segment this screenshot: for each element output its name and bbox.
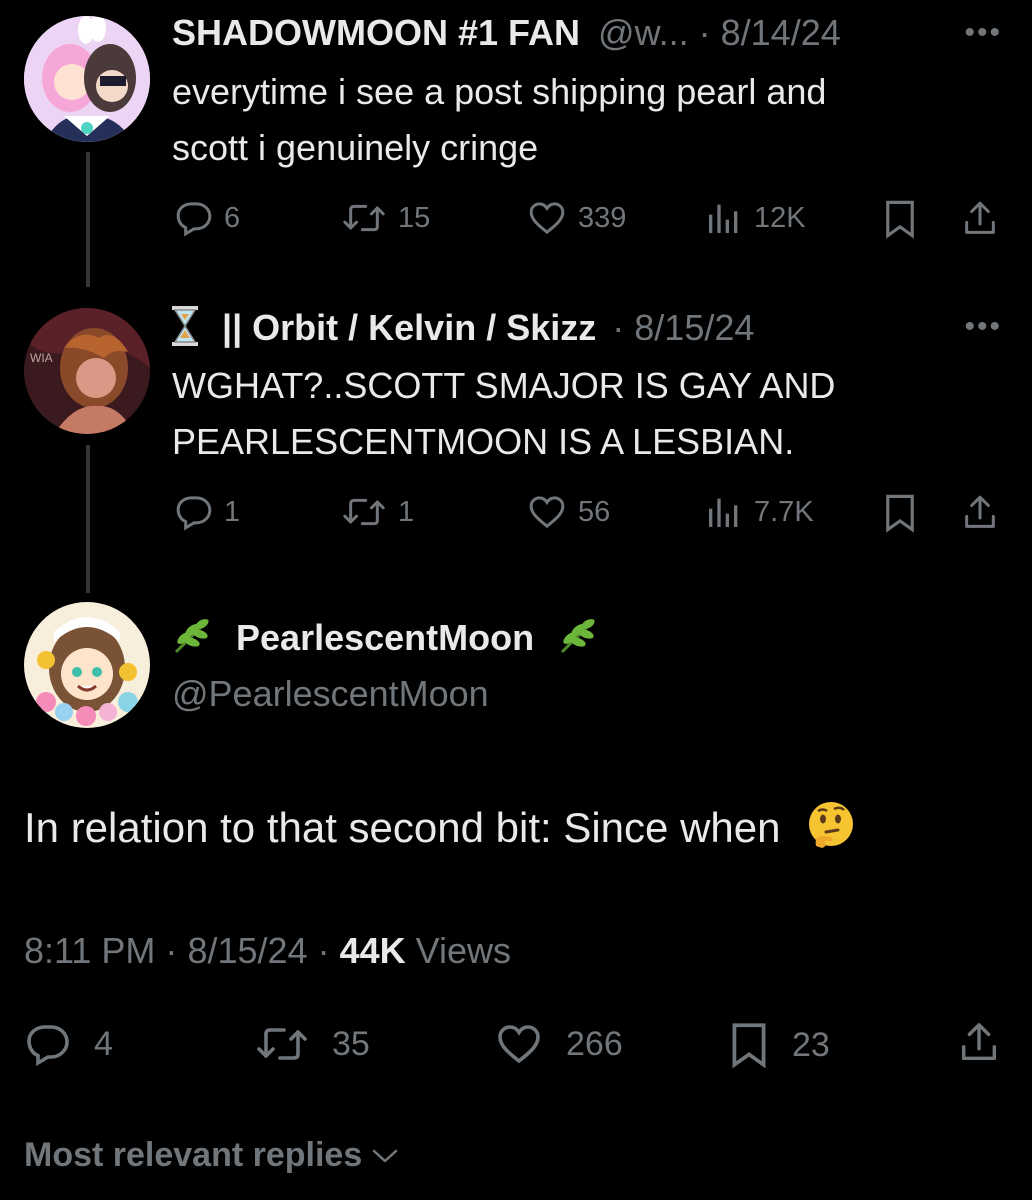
repost-icon: [343, 204, 385, 232]
post-time[interactable]: 8:11 PM: [24, 930, 155, 971]
share-button[interactable]: [956, 1018, 1002, 1068]
reply-icon: [176, 496, 212, 531]
like-count: 339: [578, 201, 627, 234]
views-label: Views: [415, 930, 512, 971]
avatar[interactable]: [24, 602, 150, 728]
avatar[interactable]: [24, 16, 150, 142]
tweet-text: everytime i see a post shipping pearl an…: [172, 64, 826, 176]
reply-count: 1: [224, 495, 241, 528]
views-icon: [709, 204, 738, 233]
thread-connector: [86, 152, 90, 287]
share-button[interactable]: [960, 492, 1000, 534]
bookmark-icon: [886, 200, 914, 239]
bookmark-count: 23: [792, 1025, 830, 1064]
sort-label: Most relevant replies: [24, 1136, 363, 1174]
post-date[interactable]: 8/15/24: [187, 930, 307, 971]
repost-count: 35: [332, 1024, 370, 1063]
repost-icon: [257, 1028, 307, 1060]
tweet-header: || Orbit / Kelvin / Skizz · 8/15/24: [172, 306, 754, 355]
repost-button[interactable]: 15: [340, 198, 430, 238]
chevron-down-icon: [373, 1149, 398, 1162]
views-count: 44K: [339, 930, 406, 971]
like-button[interactable]: 339: [526, 198, 626, 238]
handle[interactable]: @w...: [598, 12, 689, 53]
reply-count: 6: [224, 201, 241, 234]
reply-button[interactable]: 4: [24, 1020, 113, 1068]
repost-button[interactable]: 35: [254, 1020, 370, 1068]
more-icon[interactable]: •••: [964, 310, 1002, 344]
bookmark-button[interactable]: 23: [728, 1020, 830, 1070]
display-name[interactable]: || Orbit / Kelvin / Skizz: [222, 307, 596, 348]
tweet-text: In relation to that second bit: Since wh…: [24, 804, 781, 851]
separator-dot: ·: [612, 307, 625, 348]
svg-text:WIA: WIA: [30, 351, 53, 365]
repost-button[interactable]: 1: [340, 492, 414, 532]
separator-dot: ·: [317, 930, 330, 971]
tweet-text: WGHAT?..SCOTT SMAJOR IS GAY AND PEARLESC…: [172, 358, 835, 470]
author-block: PearlescentMoon @PearlescentMoon: [172, 616, 598, 715]
like-button[interactable]: 56: [526, 492, 610, 532]
views-button[interactable]: 7.7K: [704, 492, 814, 532]
views-button[interactable]: 12K: [704, 198, 806, 238]
tweet-header: SHADOWMOON #1 FAN @w... · 8/14/24: [172, 12, 841, 54]
like-count: 266: [566, 1024, 623, 1063]
hourglass-icon: [172, 306, 198, 355]
bookmark-icon: [732, 1023, 766, 1069]
thread-connector: [86, 445, 90, 593]
tweet-text-line: WGHAT?..SCOTT SMAJOR IS GAY AND: [172, 365, 836, 406]
separator-dot: ·: [165, 930, 178, 971]
tweet-text-line: PEARLESCENTMOON IS A LESBIAN.: [172, 421, 795, 462]
replies-sort-dropdown[interactable]: Most relevant replies: [24, 1136, 400, 1175]
heart-icon: [498, 1025, 540, 1064]
bookmark-icon: [886, 494, 914, 533]
bookmark-button[interactable]: [882, 198, 918, 240]
reply-icon: [27, 1025, 69, 1067]
herb-icon: [172, 616, 212, 663]
display-name[interactable]: PearlescentMoon: [236, 617, 534, 658]
share-icon: [961, 1023, 997, 1061]
heart-icon: [529, 496, 565, 529]
avatar[interactable]: WIA: [24, 308, 150, 434]
repost-count: 1: [398, 495, 415, 528]
like-button[interactable]: 266: [494, 1020, 623, 1068]
repost-icon: [343, 498, 385, 526]
reply-button[interactable]: 1: [174, 492, 240, 532]
post-date[interactable]: 8/15/24: [634, 307, 754, 348]
bookmark-button[interactable]: [882, 492, 918, 534]
more-icon[interactable]: •••: [964, 16, 1002, 50]
views-icon: [709, 498, 738, 527]
post-date[interactable]: 8/14/24: [721, 12, 841, 53]
timestamp-row: 8:11 PM · 8/15/24 · 44K Views: [24, 930, 511, 972]
reply-count: 4: [94, 1024, 113, 1063]
main-tweet-text: In relation to that second bit: Since wh…: [24, 800, 856, 860]
thinking-face-icon: [806, 800, 856, 860]
like-count: 56: [578, 495, 611, 528]
handle[interactable]: @PearlescentMoon: [172, 673, 598, 715]
tweet-text-line: everytime i see a post shipping pearl an…: [172, 71, 827, 112]
share-icon: [965, 495, 995, 528]
views-count: 12K: [754, 201, 806, 234]
reply-icon: [176, 202, 212, 237]
display-name[interactable]: SHADOWMOON #1 FAN: [172, 12, 580, 53]
share-button[interactable]: [960, 198, 1000, 240]
repost-count: 15: [398, 201, 431, 234]
separator-dot: ·: [698, 12, 711, 53]
reply-button[interactable]: 6: [174, 198, 240, 238]
herb-icon: [558, 616, 598, 663]
views-count: 7.7K: [754, 495, 814, 528]
share-icon: [965, 201, 995, 234]
tweet-text-line: scott i genuinely cringe: [172, 127, 539, 168]
heart-icon: [529, 202, 565, 235]
